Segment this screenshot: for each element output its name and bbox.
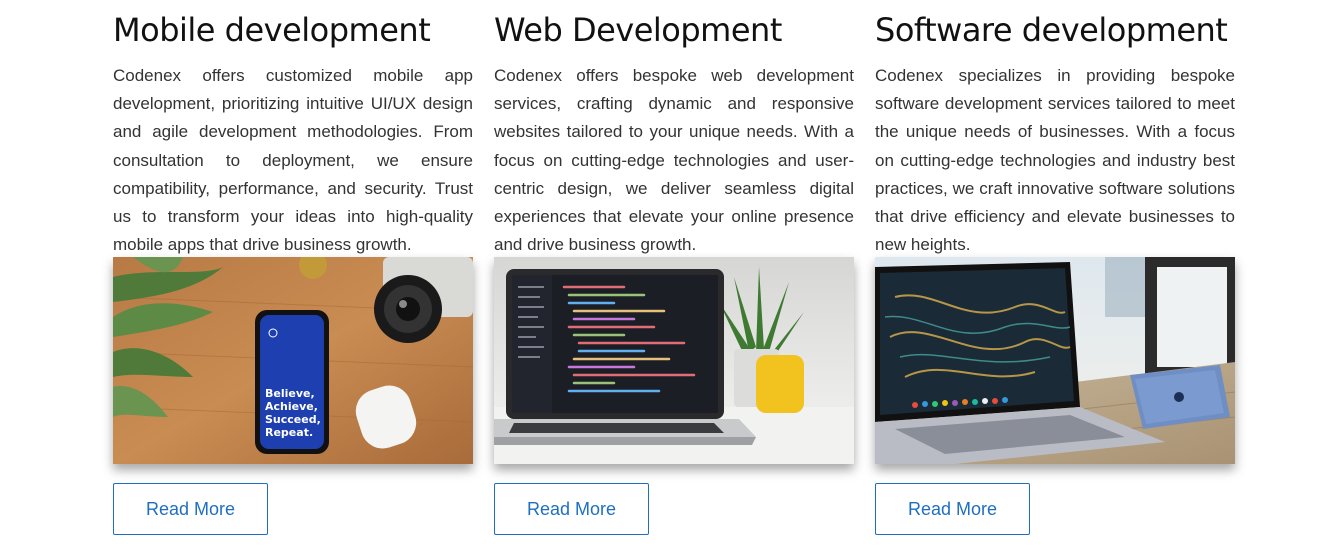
phone-screen-line: Succeed, — [265, 413, 321, 426]
card-title: Mobile development — [113, 11, 431, 49]
read-more-button[interactable]: Read More — [113, 483, 268, 535]
read-more-button[interactable]: Read More — [875, 483, 1030, 535]
laptop-tablet-photo — [875, 257, 1235, 464]
card-description: Codenex offers customized mobile app dev… — [113, 66, 473, 255]
card-description: Codenex specializes in providing bespoke… — [875, 66, 1235, 255]
phone-screen-line: Repeat. — [265, 426, 313, 439]
service-card-mobile: Mobile development Codenex offers custom… — [113, 0, 473, 535]
card-title: Software development — [875, 11, 1228, 49]
service-card-software: Software development Codenex specializes… — [875, 0, 1235, 535]
read-more-button[interactable]: Read More — [494, 483, 649, 535]
phone-on-desk-photo: Believe, Achieve, Succeed, Repeat. — [113, 257, 473, 464]
laptop-code-photo — [494, 257, 854, 464]
card-title: Web Development — [494, 11, 782, 49]
phone-screen-line: Achieve, — [265, 400, 318, 413]
phone-screen-line: Believe, — [265, 387, 315, 400]
card-description: Codenex offers bespoke web development s… — [494, 66, 854, 255]
services-section: Mobile development Codenex offers custom… — [0, 0, 1343, 557]
service-card-web: Web Development Codenex offers bespoke w… — [494, 0, 854, 535]
